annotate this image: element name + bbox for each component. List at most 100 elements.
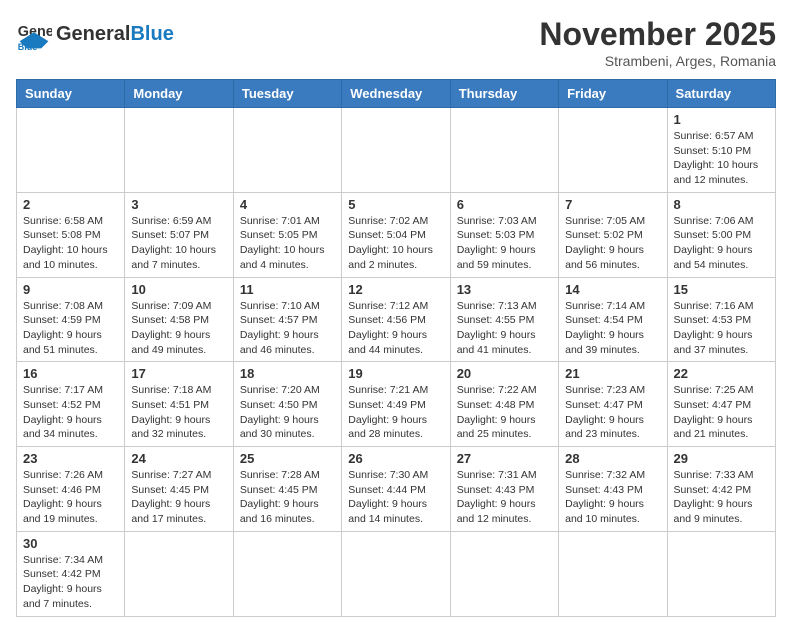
day-number: 30 <box>23 536 118 551</box>
table-row: 16 Sunrise: 7:17 AM Sunset: 4:52 PM Dayli… <box>17 362 125 447</box>
day-number: 15 <box>674 282 769 297</box>
day-info: Sunrise: 7:25 AM Sunset: 4:47 PM Dayligh… <box>674 383 769 442</box>
day-number: 13 <box>457 282 552 297</box>
day-number: 22 <box>674 366 769 381</box>
table-row: 14 Sunrise: 7:14 AM Sunset: 4:54 PM Dayli… <box>559 277 667 362</box>
day-info: Sunrise: 7:34 AM Sunset: 4:42 PM Dayligh… <box>23 553 118 612</box>
col-tuesday: Tuesday <box>233 80 341 108</box>
day-info: Sunrise: 7:27 AM Sunset: 4:45 PM Dayligh… <box>131 468 226 527</box>
calendar-week-row: 1Sunrise: 6:57 AM Sunset: 5:10 PM Daylig… <box>17 108 776 193</box>
day-number: 3 <box>131 197 226 212</box>
day-number: 9 <box>23 282 118 297</box>
table-row <box>450 108 558 193</box>
table-row: 27 Sunrise: 7:31 AM Sunset: 4:43 PM Dayli… <box>450 447 558 532</box>
calendar-table: Sunday Monday Tuesday Wednesday Thursday… <box>16 79 776 617</box>
day-info: Sunrise: 7:06 AM Sunset: 5:00 PM Dayligh… <box>674 214 769 273</box>
day-number: 8 <box>674 197 769 212</box>
col-sunday: Sunday <box>17 80 125 108</box>
day-number: 24 <box>131 451 226 466</box>
col-wednesday: Wednesday <box>342 80 450 108</box>
table-row: 12 Sunrise: 7:12 AM Sunset: 4:56 PM Dayli… <box>342 277 450 362</box>
day-info: Sunrise: 7:03 AM Sunset: 5:03 PM Dayligh… <box>457 214 552 273</box>
table-row: 22 Sunrise: 7:25 AM Sunset: 4:47 PM Dayli… <box>667 362 775 447</box>
table-row: 3 Sunrise: 6:59 AM Sunset: 5:07 PM Daylig… <box>125 192 233 277</box>
day-info: Sunrise: 7:30 AM Sunset: 4:44 PM Dayligh… <box>348 468 443 527</box>
table-row: 19 Sunrise: 7:21 AM Sunset: 4:49 PM Dayli… <box>342 362 450 447</box>
title-section: November 2025 Strambeni, Arges, Romania <box>539 16 776 69</box>
col-saturday: Saturday <box>667 80 775 108</box>
table-row <box>233 531 341 616</box>
table-row: 4 Sunrise: 7:01 AM Sunset: 5:05 PM Daylig… <box>233 192 341 277</box>
svg-text:Blue: Blue <box>18 42 38 52</box>
calendar-header-row: Sunday Monday Tuesday Wednesday Thursday… <box>17 80 776 108</box>
table-row: 11 Sunrise: 7:10 AM Sunset: 4:57 PM Dayli… <box>233 277 341 362</box>
day-info: Sunrise: 7:12 AM Sunset: 4:56 PM Dayligh… <box>348 299 443 358</box>
day-number: 1 <box>674 112 769 127</box>
day-number: 16 <box>23 366 118 381</box>
table-row: 18 Sunrise: 7:20 AM Sunset: 4:50 PM Dayli… <box>233 362 341 447</box>
table-row: 8 Sunrise: 7:06 AM Sunset: 5:00 PM Daylig… <box>667 192 775 277</box>
table-row: 9 Sunrise: 7:08 AM Sunset: 4:59 PM Daylig… <box>17 277 125 362</box>
table-row: 26 Sunrise: 7:30 AM Sunset: 4:44 PM Dayli… <box>342 447 450 532</box>
table-row: 5 Sunrise: 7:02 AM Sunset: 5:04 PM Daylig… <box>342 192 450 277</box>
day-info: Sunrise: 7:31 AM Sunset: 4:43 PM Dayligh… <box>457 468 552 527</box>
table-row: 7 Sunrise: 7:05 AM Sunset: 5:02 PM Daylig… <box>559 192 667 277</box>
day-info: Sunrise: 7:05 AM Sunset: 5:02 PM Dayligh… <box>565 214 660 273</box>
table-row: 17 Sunrise: 7:18 AM Sunset: 4:51 PM Dayli… <box>125 362 233 447</box>
logo-icon: General Blue <box>16 16 52 52</box>
table-row: 23Sunrise: 7:26 AM Sunset: 4:46 PM Dayli… <box>17 447 125 532</box>
table-row: 24 Sunrise: 7:27 AM Sunset: 4:45 PM Dayli… <box>125 447 233 532</box>
table-row: 2Sunrise: 6:58 AM Sunset: 5:08 PM Daylig… <box>17 192 125 277</box>
day-info: Sunrise: 7:14 AM Sunset: 4:54 PM Dayligh… <box>565 299 660 358</box>
day-number: 7 <box>565 197 660 212</box>
table-row <box>342 108 450 193</box>
table-row: 29Sunrise: 7:33 AM Sunset: 4:42 PM Dayli… <box>667 447 775 532</box>
table-row <box>125 108 233 193</box>
day-number: 20 <box>457 366 552 381</box>
table-row: 30 Sunrise: 7:34 AM Sunset: 4:42 PM Dayli… <box>17 531 125 616</box>
day-info: Sunrise: 7:13 AM Sunset: 4:55 PM Dayligh… <box>457 299 552 358</box>
day-info: Sunrise: 7:20 AM Sunset: 4:50 PM Dayligh… <box>240 383 335 442</box>
day-number: 21 <box>565 366 660 381</box>
col-thursday: Thursday <box>450 80 558 108</box>
day-number: 12 <box>348 282 443 297</box>
day-info: Sunrise: 7:02 AM Sunset: 5:04 PM Dayligh… <box>348 214 443 273</box>
table-row: 25Sunrise: 7:28 AM Sunset: 4:45 PM Dayli… <box>233 447 341 532</box>
day-info: Sunrise: 7:08 AM Sunset: 4:59 PM Dayligh… <box>23 299 118 358</box>
calendar-week-row: 23Sunrise: 7:26 AM Sunset: 4:46 PM Dayli… <box>17 447 776 532</box>
calendar-week-row: 2Sunrise: 6:58 AM Sunset: 5:08 PM Daylig… <box>17 192 776 277</box>
table-row: 21 Sunrise: 7:23 AM Sunset: 4:47 PM Dayli… <box>559 362 667 447</box>
table-row <box>125 531 233 616</box>
day-info: Sunrise: 7:17 AM Sunset: 4:52 PM Dayligh… <box>23 383 118 442</box>
day-info: Sunrise: 7:22 AM Sunset: 4:48 PM Dayligh… <box>457 383 552 442</box>
day-info: Sunrise: 7:18 AM Sunset: 4:51 PM Dayligh… <box>131 383 226 442</box>
day-number: 26 <box>348 451 443 466</box>
day-info: Sunrise: 7:21 AM Sunset: 4:49 PM Dayligh… <box>348 383 443 442</box>
day-number: 17 <box>131 366 226 381</box>
day-number: 11 <box>240 282 335 297</box>
table-row <box>559 531 667 616</box>
day-number: 19 <box>348 366 443 381</box>
day-number: 25 <box>240 451 335 466</box>
day-number: 27 <box>457 451 552 466</box>
day-number: 4 <box>240 197 335 212</box>
day-number: 14 <box>565 282 660 297</box>
day-info: Sunrise: 7:23 AM Sunset: 4:47 PM Dayligh… <box>565 383 660 442</box>
table-row: 1Sunrise: 6:57 AM Sunset: 5:10 PM Daylig… <box>667 108 775 193</box>
day-number: 28 <box>565 451 660 466</box>
logo-text: GeneralBlue <box>56 23 174 45</box>
day-info: Sunrise: 6:59 AM Sunset: 5:07 PM Dayligh… <box>131 214 226 273</box>
table-row <box>233 108 341 193</box>
day-number: 18 <box>240 366 335 381</box>
day-number: 29 <box>674 451 769 466</box>
day-info: Sunrise: 7:16 AM Sunset: 4:53 PM Dayligh… <box>674 299 769 358</box>
table-row <box>450 531 558 616</box>
location-subtitle: Strambeni, Arges, Romania <box>539 53 776 69</box>
logo: General Blue GeneralBlue <box>16 16 174 52</box>
calendar-week-row: 30 Sunrise: 7:34 AM Sunset: 4:42 PM Dayli… <box>17 531 776 616</box>
table-row: 13 Sunrise: 7:13 AM Sunset: 4:55 PM Dayli… <box>450 277 558 362</box>
day-number: 23 <box>23 451 118 466</box>
day-info: Sunrise: 7:01 AM Sunset: 5:05 PM Dayligh… <box>240 214 335 273</box>
day-info: Sunrise: 7:10 AM Sunset: 4:57 PM Dayligh… <box>240 299 335 358</box>
day-number: 5 <box>348 197 443 212</box>
